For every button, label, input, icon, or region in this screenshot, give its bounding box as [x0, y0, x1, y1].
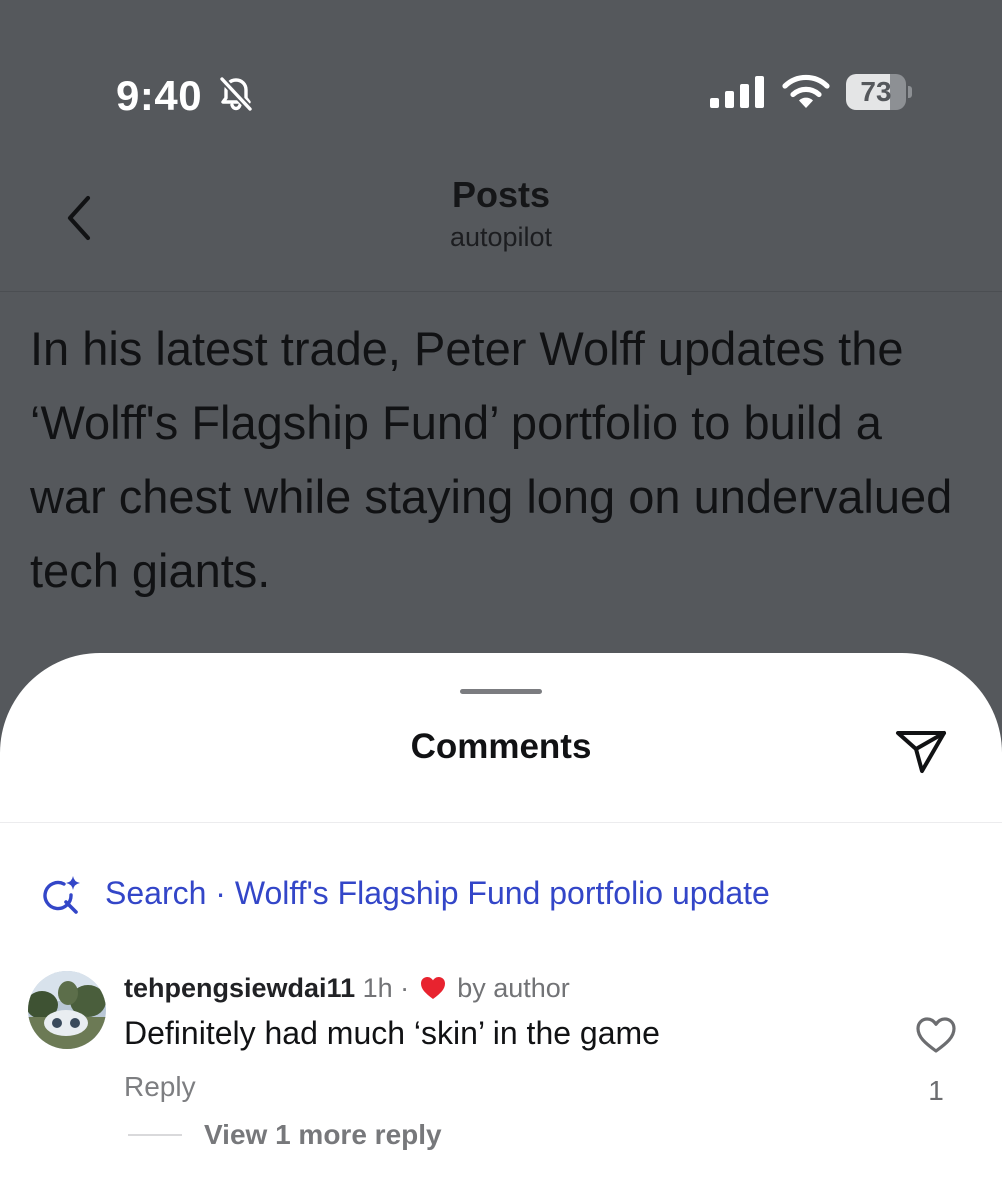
- comment-username[interactable]: tehpengsiewdai11: [124, 973, 355, 1003]
- paper-plane-icon[interactable]: [892, 721, 950, 779]
- cellular-signal-icon: [710, 76, 764, 108]
- comments-sheet: Comments Search · Wolff's Flagship Fund …: [0, 653, 1002, 1200]
- comment-text: Definitely had much ‘skin’ in the game: [124, 1015, 660, 1051]
- page-subtitle: autopilot: [449, 222, 553, 252]
- view-more-replies-button[interactable]: View 1 more reply: [204, 1119, 442, 1151]
- battery-icon: 73: [846, 74, 912, 110]
- comment-search-link[interactable]: Search · Wolff's Flagship Fund portfolio…: [40, 871, 960, 919]
- meta-separator: ·: [400, 973, 410, 1003]
- nav-header: Posts autopilot: [0, 150, 1002, 292]
- wifi-icon: [782, 74, 830, 108]
- comment-time: 1h: [362, 973, 393, 1003]
- page-title: Posts: [451, 174, 551, 215]
- sparkle-search-icon: [43, 876, 80, 914]
- like-count: 1: [928, 1075, 944, 1106]
- status-bar: 9:40 73: [0, 0, 1002, 150]
- avatar[interactable]: [28, 971, 106, 1049]
- comment-item: tehpengsiewdai11 1h · by author Definite…: [0, 963, 1002, 1163]
- post-body: In his latest trade, Peter Wolff updates…: [30, 322, 953, 597]
- status-time: 9:40: [116, 72, 203, 119]
- search-label[interactable]: Search · Wolff's Flagship Fund portfolio…: [105, 875, 770, 912]
- heart-filled-icon: [420, 977, 445, 999]
- liked-by-author-label: by author: [457, 973, 570, 1003]
- bell-slash-icon: [219, 76, 253, 112]
- battery-level: 73: [860, 76, 892, 107]
- heart-outline-icon[interactable]: [914, 1015, 958, 1055]
- sheet-divider: [0, 822, 1002, 823]
- replies-divider: [128, 1134, 182, 1136]
- avatar-image: [28, 971, 106, 1049]
- reply-button[interactable]: Reply: [124, 1071, 196, 1103]
- comment-meta: tehpengsiewdai11 1h · by author: [124, 973, 570, 1004]
- comments-title: Comments: [410, 727, 592, 766]
- sheet-grabber[interactable]: [460, 689, 542, 694]
